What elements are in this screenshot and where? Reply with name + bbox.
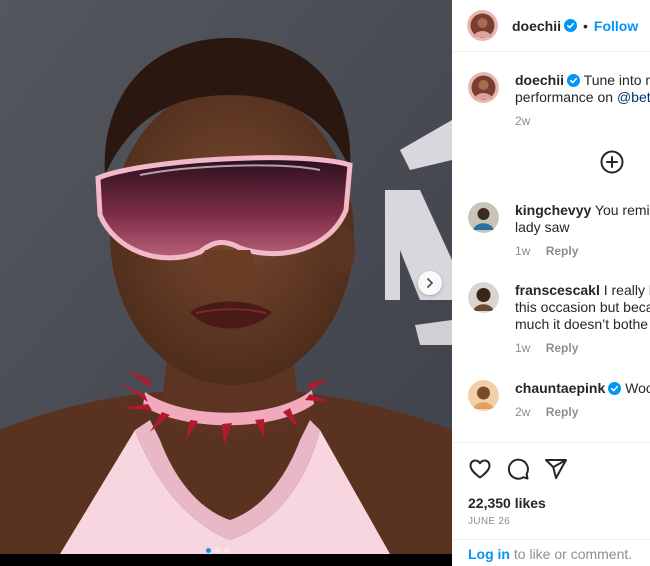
comment: chauntaepink Woo 2w Reply	[468, 380, 650, 419]
heart-icon[interactable]	[468, 457, 492, 481]
comment-line: Woo	[625, 380, 650, 396]
verified-badge-icon	[567, 74, 581, 87]
comment-text: franscescakl I really h this occasion bu…	[515, 282, 650, 333]
post-photo	[0, 0, 452, 554]
load-more-comments-button[interactable]	[600, 150, 624, 174]
comment-line: You remir	[594, 202, 650, 218]
login-prompt: Log in to like or comment.	[452, 539, 650, 566]
verified-badge-icon	[608, 382, 622, 395]
reply-button[interactable]: Reply	[546, 244, 579, 258]
comment: kingchevyy You remir lady saw 1w Reply	[468, 202, 650, 258]
comment-text: kingchevyy You remir lady saw	[515, 202, 650, 236]
caption-line1: Tune into m	[583, 72, 650, 88]
verified-badge-icon	[564, 19, 578, 32]
carousel-dot	[224, 548, 229, 553]
media-bottom-bar	[0, 554, 452, 566]
comment-line: I really h	[603, 282, 650, 298]
comment-username[interactable]: kingchevyy	[515, 202, 591, 218]
comment-line: this occasion but beca	[515, 299, 650, 315]
reply-button[interactable]: Reply	[546, 341, 579, 355]
avatar[interactable]	[468, 72, 499, 103]
next-photo-button[interactable]	[418, 271, 442, 295]
caption-text: doechii Tune into m performance on @bet	[515, 72, 650, 106]
likes-count[interactable]: 22,350 likes	[468, 495, 546, 511]
follow-button[interactable]: Follow	[594, 18, 638, 34]
carousel-dot	[206, 548, 211, 553]
comment-line: much it doesn’t bothe	[515, 316, 649, 332]
chevron-right-icon	[427, 278, 433, 288]
carousel-dots	[206, 548, 229, 553]
post-author-username[interactable]: doechii	[512, 18, 561, 34]
comment-text: chauntaepink Woo	[515, 380, 650, 397]
post-date[interactable]: JUNE 26	[468, 516, 510, 527]
comment-username[interactable]: franscescakl	[515, 282, 600, 298]
caption-mention[interactable]: @bet	[617, 89, 650, 105]
comment: franscescakl I really h this occasion bu…	[468, 282, 650, 355]
avatar[interactable]	[468, 380, 499, 411]
comment-line: lady saw	[515, 219, 570, 235]
separator-dot: •	[583, 17, 588, 34]
avatar[interactable]	[467, 10, 498, 41]
login-link[interactable]: Log in	[468, 546, 510, 562]
caption-time[interactable]: 2w	[515, 114, 530, 128]
comment-time[interactable]: 1w	[515, 244, 530, 258]
avatar[interactable]	[468, 202, 499, 233]
post-media	[0, 0, 452, 566]
comment-time[interactable]: 1w	[515, 341, 530, 355]
reply-button[interactable]: Reply	[546, 405, 579, 419]
post-actions: 22,350 likes JUNE 26 Log in to like or c…	[452, 442, 650, 562]
paper-plane-icon[interactable]	[544, 457, 568, 481]
caption: doechii Tune into m performance on @bet …	[468, 72, 650, 128]
login-prompt-text: to like or comment.	[510, 546, 633, 562]
comment-bubble-icon[interactable]	[506, 457, 530, 481]
plus-circle-icon	[600, 150, 624, 174]
caption-line2: performance on	[515, 89, 617, 105]
caption-username[interactable]: doechii	[515, 72, 564, 88]
post-side-panel: doechii • Follow doechii Tune into m per…	[452, 0, 650, 566]
post-header: doechii • Follow	[452, 0, 650, 52]
carousel-dot	[215, 548, 220, 553]
comment-username[interactable]: chauntaepink	[515, 380, 605, 396]
avatar[interactable]	[468, 282, 499, 313]
comment-time[interactable]: 2w	[515, 405, 530, 419]
